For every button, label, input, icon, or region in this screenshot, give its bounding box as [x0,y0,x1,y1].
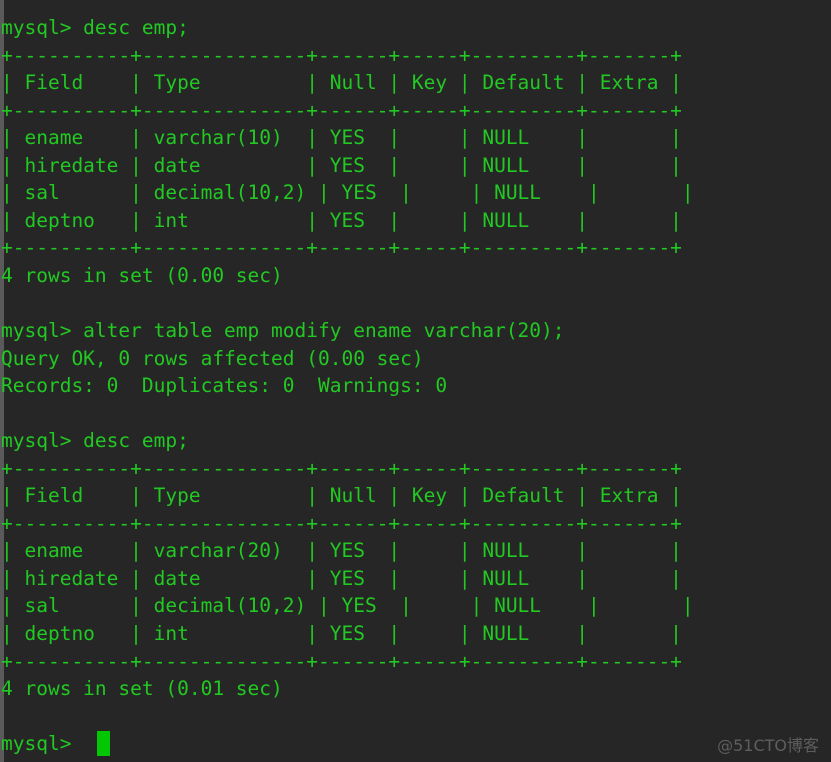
terminal-line: | sal | decimal(10,2) | YES | | NULL | | [1,181,694,205]
terminal-line: +----------+--------------+------+-----+… [1,511,682,535]
terminal-line: | sal | decimal(10,2) | YES | | NULL | | [1,594,694,618]
terminal-line: 4 rows in set (0.00 sec) [1,263,283,287]
terminal-line: mysql> desc emp; [1,16,189,39]
terminal-line: | ename | varchar(10) | YES | | NULL | | [1,126,682,150]
terminal-line: 4 rows in set (0.01 sec) [1,677,283,701]
text-cursor [96,731,110,757]
terminal-line: | Field | Type | Null | Key | Default | … [1,71,682,95]
terminal-line: +----------+--------------+------+-----+… [1,649,682,673]
terminal-line: | Field | Type | Null | Key | Default | … [1,484,682,508]
terminal-line: +----------+--------------+------+-----+… [1,98,682,122]
terminal-line: | hiredate | date | YES | | NULL | | [1,153,682,177]
terminal-line: +----------+--------------+------+-----+… [1,236,682,260]
terminal-line: +----------+--------------+------+-----+… [1,456,682,480]
terminal-line: | ename | varchar(20) | YES | | NULL | | [1,539,682,563]
terminal-line: mysql> alter table emp modify ename varc… [1,319,565,343]
terminal-line: | hiredate | date | YES | | NULL | | [1,566,682,590]
site-watermark: @51CTO博客 [717,736,819,755]
terminal-line: | deptno | int | YES | | NULL | | [1,622,682,646]
prompt-label: mysql> [1,732,84,756]
terminal-prompt-line[interactable]: mysql> [0,730,831,758]
terminal-line: | deptno | int | YES | | NULL | | [1,208,682,232]
mysql-terminal-window[interactable]: mysql> desc emp; +----------+-----------… [0,0,831,762]
terminal-line: Query OK, 0 rows affected (0.00 sec) [1,346,424,370]
terminal-line: Records: 0 Duplicates: 0 Warnings: 0 [1,374,448,398]
terminal-line: +----------+--------------+------+-----+… [1,43,682,67]
terminal-line: mysql> desc emp; [1,429,189,453]
terminal-screen: mysql> desc emp; +----------+-----------… [0,14,831,758]
